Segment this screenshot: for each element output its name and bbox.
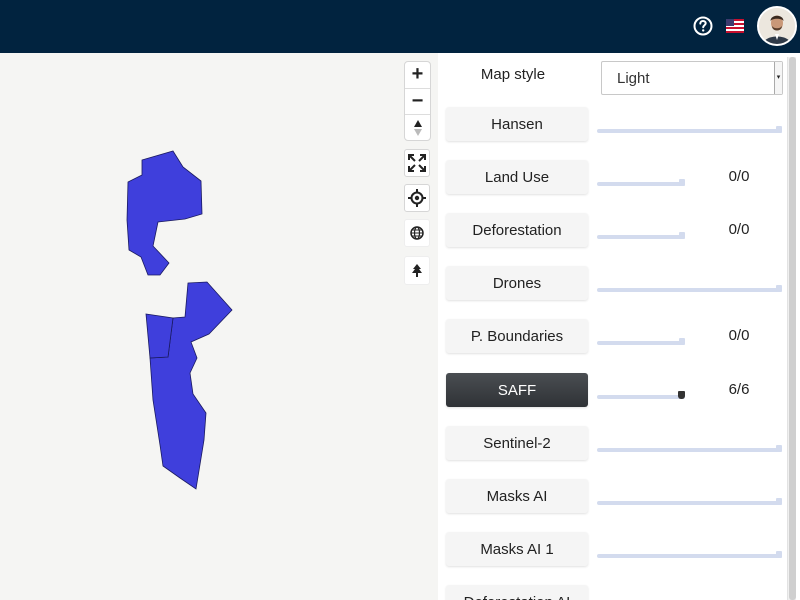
field-polygons — [126, 150, 233, 490]
field-polygon-north[interactable] — [126, 150, 203, 276]
layer-opacity-slider[interactable] — [597, 338, 685, 345]
field-polygon-south-a[interactable] — [145, 313, 174, 359]
zoom-out-button[interactable]: − — [405, 89, 430, 116]
globe-icon — [410, 226, 424, 240]
zoom-in-button[interactable]: + — [405, 62, 430, 89]
locate-button[interactable] — [404, 184, 430, 212]
layer-button-masks-ai-1[interactable]: Masks AI 1 — [446, 532, 588, 566]
compass-icon — [413, 120, 422, 137]
layer-button-masks-ai[interactable]: Masks AI — [446, 479, 588, 513]
layer-opacity-slider[interactable] — [597, 445, 782, 452]
user-avatar[interactable] — [757, 6, 797, 46]
layer-count: 6/6 — [728, 381, 750, 398]
scrollbar-thumb[interactable] — [789, 57, 796, 600]
avatar-portrait-icon — [759, 8, 795, 44]
fullscreen-button[interactable] — [404, 149, 430, 177]
layer-button-saff[interactable]: SAFF — [446, 373, 588, 407]
dropdown-caret-icon: ▾ — [774, 62, 782, 94]
layer-opacity-slider[interactable] — [597, 232, 685, 239]
compass-button[interactable] — [405, 115, 430, 140]
layer-opacity-slider[interactable] — [597, 179, 685, 186]
help-icon[interactable] — [693, 16, 713, 36]
layer-count: 0/0 — [728, 221, 750, 238]
forest-button[interactable] — [404, 256, 430, 285]
layer-button-deforestation[interactable]: Deforestation — [446, 213, 588, 247]
layer-opacity-slider[interactable] — [597, 285, 782, 292]
slider-handle[interactable] — [679, 179, 685, 186]
map-style-label: Map style — [480, 66, 546, 83]
map-style-value: Light — [617, 70, 650, 87]
layer-count: 0/0 — [728, 327, 750, 344]
slider-handle[interactable] — [776, 126, 782, 133]
tree-icon — [412, 263, 422, 277]
slider-handle[interactable] — [776, 445, 782, 452]
layer-button-sentinel-2[interactable]: Sentinel-2 — [446, 426, 588, 460]
layer-opacity-slider[interactable] — [597, 551, 782, 558]
zoom-controls: + − — [404, 61, 431, 141]
top-navbar — [0, 0, 800, 53]
slider-handle[interactable] — [679, 232, 685, 239]
slider-handle[interactable] — [678, 391, 685, 399]
layer-button-drones[interactable]: Drones — [446, 266, 588, 300]
layer-button-hansen[interactable]: Hansen — [446, 107, 588, 141]
map-canvas[interactable] — [0, 53, 438, 600]
slider-handle[interactable] — [679, 338, 685, 345]
layer-opacity-slider[interactable] — [597, 126, 782, 133]
layer-button-deforestation-ai[interactable]: Deforestation AI — [446, 585, 588, 600]
crosshair-icon — [408, 189, 426, 207]
slider-handle[interactable] — [776, 551, 782, 558]
panel-scrollbar[interactable] — [787, 57, 796, 600]
slider-handle[interactable] — [776, 498, 782, 505]
layer-opacity-slider[interactable] — [597, 391, 685, 399]
globe-button[interactable] — [404, 219, 430, 247]
map-style-select[interactable]: Light ▾ — [601, 61, 783, 95]
us-flag-icon[interactable] — [726, 19, 744, 33]
fullscreen-icon — [408, 154, 426, 172]
layer-opacity-slider[interactable] — [597, 498, 782, 505]
layer-button-p-boundaries[interactable]: P. Boundaries — [446, 319, 588, 353]
field-polygon-south-b[interactable] — [149, 281, 233, 490]
slider-handle[interactable] — [776, 285, 782, 292]
layer-count: 0/0 — [728, 168, 750, 185]
layer-button-land-use[interactable]: Land Use — [446, 160, 588, 194]
